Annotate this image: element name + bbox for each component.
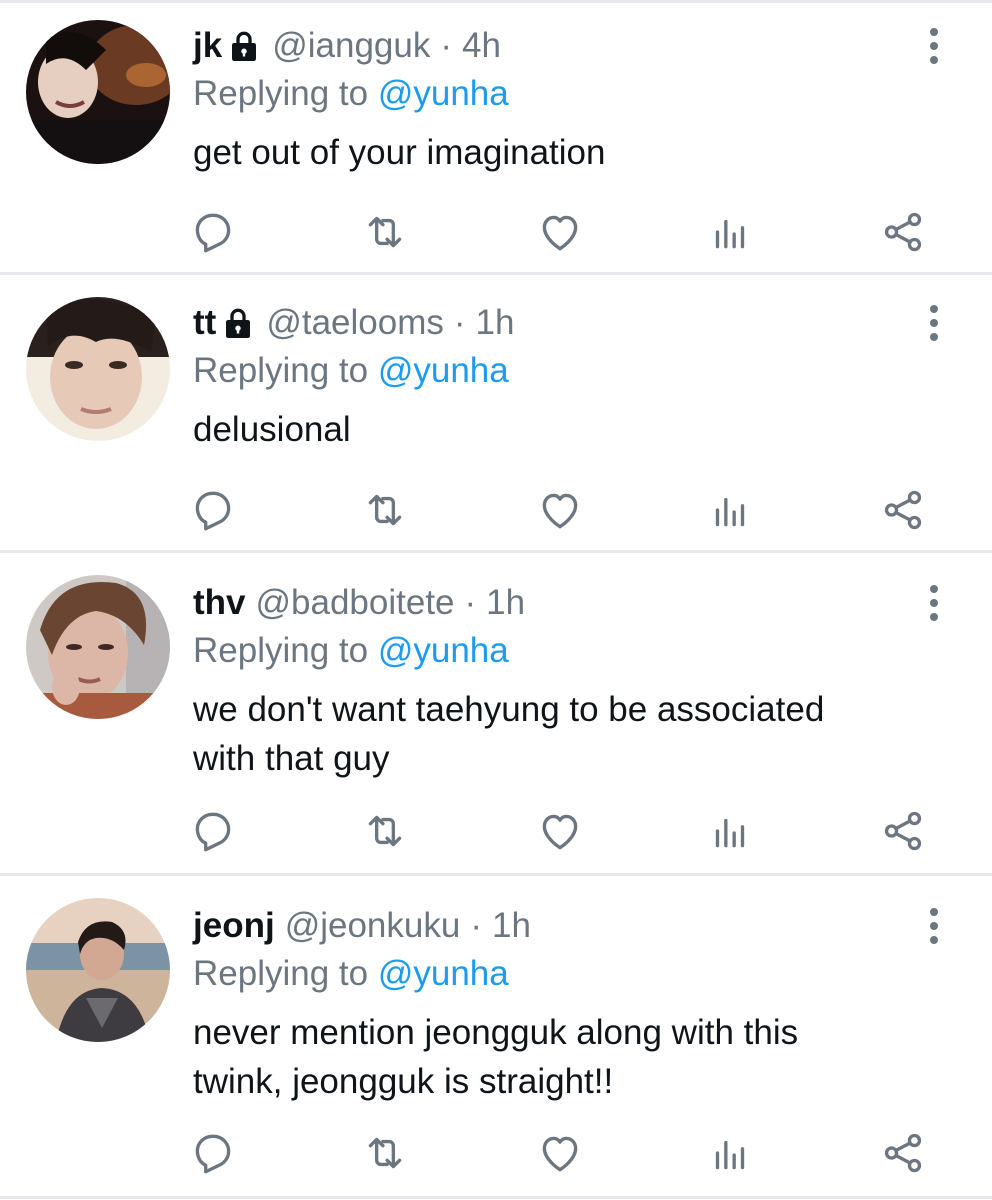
views-icon[interactable]: [705, 806, 755, 856]
display-name[interactable]: tt: [193, 301, 216, 345]
avatar[interactable]: [26, 575, 170, 719]
separator: ·: [453, 303, 466, 342]
tweet-text: get out of your imagination: [193, 133, 606, 172]
timestamp[interactable]: 4h: [462, 24, 501, 68]
tweet-header: thv @badboitete · 1h: [193, 581, 525, 625]
heart-icon[interactable]: [535, 207, 585, 257]
tweet-text-line: never mention jeongguk along with this: [193, 1013, 799, 1052]
tweet-actions: [0, 1128, 992, 1178]
display-name[interactable]: jk: [193, 24, 222, 68]
replying-prefix: Replying to: [193, 631, 369, 670]
tweet[interactable]: thv @badboitete · 1h Replying to @yunha …: [0, 553, 992, 873]
separator: ·: [470, 906, 482, 945]
user-handle[interactable]: @jeonkuku: [285, 904, 461, 948]
share-icon[interactable]: [878, 1128, 928, 1178]
user-handle[interactable]: @taelooms: [266, 301, 444, 345]
tweet-actions: [0, 485, 992, 535]
share-icon[interactable]: [878, 207, 928, 257]
tweet-header: tt @taelooms · 1h: [193, 301, 514, 345]
timestamp[interactable]: 1h: [492, 904, 531, 948]
mention-link[interactable]: @yunha: [378, 74, 509, 113]
timestamp[interactable]: 1h: [476, 301, 515, 345]
mention-link[interactable]: @yunha: [378, 631, 509, 670]
user-handle[interactable]: @iangguk: [272, 24, 430, 68]
timestamp[interactable]: 1h: [486, 581, 525, 625]
tweet-text-line: we don't want taehyung to be associated: [193, 690, 825, 729]
retweet-icon[interactable]: [360, 485, 410, 535]
tweet-text-line: twink, jeongguk is straight!!: [193, 1062, 614, 1101]
share-icon[interactable]: [878, 485, 928, 535]
display-name[interactable]: thv: [193, 581, 246, 625]
heart-icon[interactable]: [535, 806, 585, 856]
share-icon[interactable]: [878, 806, 928, 856]
more-vertical-icon[interactable]: [922, 301, 946, 345]
separator: ·: [464, 583, 477, 622]
views-icon[interactable]: [705, 207, 755, 257]
tweet-text: delusional: [193, 410, 351, 449]
retweet-icon[interactable]: [360, 207, 410, 257]
avatar[interactable]: [26, 297, 170, 441]
reply-icon[interactable]: [188, 1128, 238, 1178]
retweet-icon[interactable]: [360, 1128, 410, 1178]
replying-prefix: Replying to: [193, 954, 369, 993]
reply-icon[interactable]: [188, 806, 238, 856]
user-handle[interactable]: @badboitete: [256, 581, 455, 625]
replying-to: Replying to @yunha: [193, 629, 509, 673]
reply-icon[interactable]: [188, 485, 238, 535]
views-icon[interactable]: [705, 1128, 755, 1178]
mention-link[interactable]: @yunha: [378, 351, 509, 390]
tweet-text-line: with that guy: [193, 739, 390, 778]
avatar[interactable]: [26, 898, 170, 1042]
display-name[interactable]: jeonj: [193, 904, 275, 948]
replying-to: Replying to @yunha: [193, 72, 509, 116]
separator: ·: [440, 26, 452, 65]
views-icon[interactable]: [705, 485, 755, 535]
tweet-text: never mention jeongguk along with this t…: [193, 1008, 953, 1106]
replying-to: Replying to @yunha: [193, 952, 509, 996]
replying-to: Replying to @yunha: [193, 349, 509, 393]
tweet[interactable]: jk @iangguk · 4h Replying to @yunha get …: [0, 0, 992, 272]
reply-icon[interactable]: [188, 207, 238, 257]
reply-feed: jk @iangguk · 4h Replying to @yunha get …: [0, 0, 992, 1200]
lock-icon: [226, 28, 262, 64]
retweet-icon[interactable]: [360, 806, 410, 856]
replying-prefix: Replying to: [193, 351, 369, 390]
more-vertical-icon[interactable]: [922, 904, 946, 948]
replying-prefix: Replying to: [193, 74, 369, 113]
heart-icon[interactable]: [535, 1128, 585, 1178]
avatar[interactable]: [26, 20, 170, 164]
tweet-header: jk @iangguk · 4h: [193, 24, 501, 68]
more-vertical-icon[interactable]: [922, 581, 946, 625]
mention-link[interactable]: @yunha: [378, 954, 509, 993]
heart-icon[interactable]: [535, 485, 585, 535]
tweet[interactable]: tt @taelooms · 1h Replying to @yunha del…: [0, 275, 992, 550]
divider: [0, 1196, 992, 1199]
tweet-header: jeonj @jeonkuku · 1h: [193, 904, 531, 948]
lock-icon: [220, 305, 256, 341]
tweet-actions: [0, 806, 992, 856]
more-vertical-icon[interactable]: [922, 24, 946, 68]
tweet-text: we don't want taehyung to be associated …: [193, 685, 953, 783]
tweet[interactable]: jeonj @jeonkuku · 1h Replying to @yunha …: [0, 876, 992, 1196]
tweet-actions: [0, 207, 992, 257]
